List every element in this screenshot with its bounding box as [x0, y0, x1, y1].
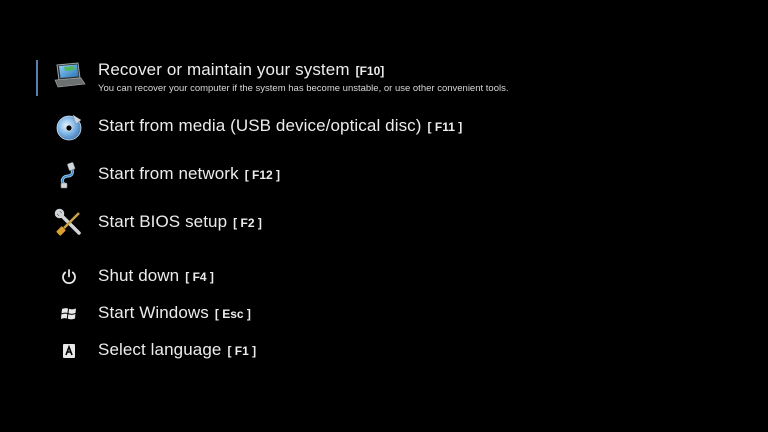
menu-item-shut-down[interactable]: Shut down [ F4 ] [40, 266, 730, 288]
menu-item-label: Start from media (USB device/optical dis… [98, 116, 422, 135]
hotkey-label: [ F11 ] [427, 120, 463, 134]
hotkey-label: [ F12 ] [244, 168, 281, 182]
hotkey-label: [F10] [355, 64, 385, 78]
menu-item-recover[interactable]: Recover or maintain your system [F10] Yo… [40, 60, 730, 94]
menu-item-description: You can recover your computer if the sys… [98, 83, 509, 94]
laptop-recovery-icon [52, 60, 86, 90]
tools-icon [52, 208, 86, 238]
windows-logo-icon [52, 303, 86, 325]
menu-item-label: Start Windows [98, 303, 209, 322]
menu-item-start-from-media[interactable]: Start from media (USB device/optical dis… [40, 112, 730, 142]
hotkey-label: [ F4 ] [185, 270, 214, 284]
hotkey-label: [ F1 ] [227, 344, 257, 358]
selection-indicator [36, 60, 38, 96]
network-cable-icon [52, 160, 86, 190]
menu-item-select-language[interactable]: Select language [ F1 ] [40, 340, 730, 362]
menu-item-label: Start from network [98, 164, 239, 183]
menu-item-label: Recover or maintain your system [98, 60, 350, 79]
menu-item-label: Start BIOS setup [98, 212, 228, 231]
boot-menu-screen: Recover or maintain your system [F10] Yo… [0, 0, 768, 432]
menu-item-start-windows[interactable]: Start Windows [ Esc ] [40, 303, 730, 325]
hotkey-label: [ Esc ] [214, 307, 251, 321]
menu-item-bios-setup[interactable]: Start BIOS setup [ F2 ] [40, 208, 730, 238]
hotkey-label: [ F2 ] [233, 216, 262, 230]
menu-item-label: Shut down [98, 266, 180, 285]
disc-icon [52, 112, 86, 142]
power-icon [52, 266, 86, 288]
language-icon [52, 340, 86, 362]
menu-item-label: Select language [98, 340, 222, 359]
menu-item-start-from-network[interactable]: Start from network [ F12 ] [40, 160, 730, 190]
